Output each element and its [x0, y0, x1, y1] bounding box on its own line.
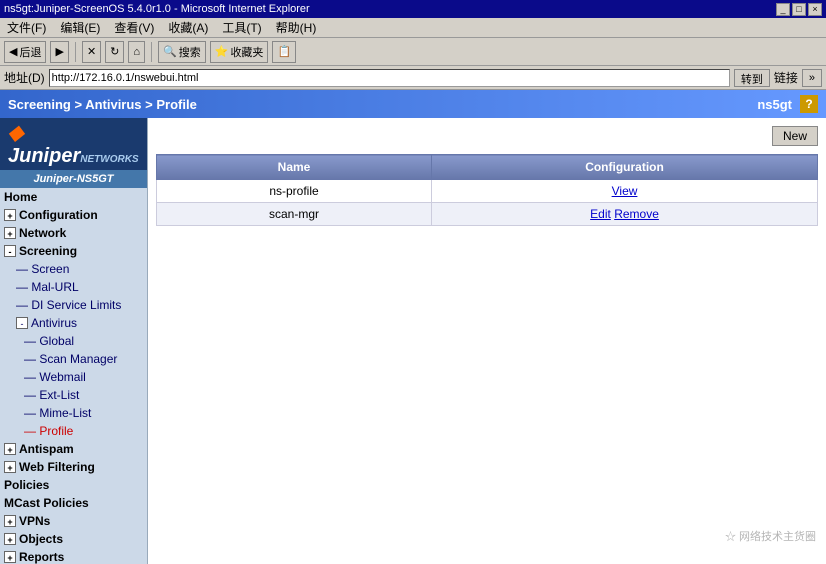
window-title: ns5gt:Juniper-ScreenOS 5.4.0r1.0 - Micro… [4, 3, 310, 15]
toolbar: ◀ 后退 ▶ ✕ ↻ ⌂ 🔍 搜索 ⭐ 收藏夹 📋 [0, 38, 826, 66]
help-button[interactable]: ? [800, 95, 818, 113]
home-button[interactable]: ⌂ [128, 41, 145, 63]
address-input[interactable] [49, 69, 730, 87]
row-config-scan-mgr: Edit Remove [432, 203, 818, 226]
edit-link-scan-mgr[interactable]: Edit [590, 207, 611, 221]
sidebar-item-vpns[interactable]: +VPNs [0, 512, 147, 530]
sidebar-item-mime-list[interactable]: — Mime-List [0, 404, 147, 422]
watermark: ☆ 网络技术主货圈 [725, 528, 816, 544]
column-header-name: Name [157, 155, 432, 180]
stop-button[interactable]: ✕ [82, 41, 101, 63]
menu-help[interactable]: 帮助(H) [273, 19, 320, 36]
menu-bar: 文件(F) 编辑(E) 查看(V) 收藏(A) 工具(T) 帮助(H) [0, 18, 826, 38]
sidebar-item-screen[interactable]: — Screen [0, 260, 147, 278]
sidebar-item-configuration[interactable]: +Configuration [0, 206, 147, 224]
device-name: Juniper-NS5GT [0, 170, 147, 188]
sidebar-item-di-service-limits[interactable]: — DI Service Limits [0, 296, 147, 314]
hostname: ns5gt [757, 97, 792, 112]
title-bar: ns5gt:Juniper-ScreenOS 5.4.0r1.0 - Micro… [0, 0, 826, 18]
view-link-ns-profile[interactable]: View [612, 184, 638, 198]
sidebar-item-mal-url[interactable]: — Mal-URL [0, 278, 147, 296]
sidebar: ◆ JuniperNETWORKS Juniper-NS5GT Home +Co… [0, 118, 148, 564]
sidebar-item-reports[interactable]: +Reports [0, 548, 147, 564]
sidebar-item-objects[interactable]: +Objects [0, 530, 147, 548]
go-button[interactable]: 转到 [734, 69, 770, 87]
title-bar-buttons: _ □ × [776, 3, 822, 16]
sidebar-item-policies[interactable]: Policies [0, 476, 147, 494]
address-bar: 地址(D) 转到 链接 » [0, 66, 826, 90]
refresh-button[interactable]: ↻ [105, 41, 124, 63]
maximize-button[interactable]: □ [792, 3, 806, 16]
forward-button[interactable]: ▶ [50, 41, 68, 63]
sidebar-item-mcast-policies[interactable]: MCast Policies [0, 494, 147, 512]
links-label: 链接 [774, 69, 798, 86]
back-button[interactable]: ◀ 后退 [4, 41, 46, 63]
close-button[interactable]: × [808, 3, 822, 16]
logo-text: ◆ JuniperNETWORKS [8, 120, 139, 168]
sidebar-item-profile[interactable]: — Profile [0, 422, 147, 440]
new-button[interactable]: New [772, 126, 818, 146]
table-row: ns-profile View [157, 180, 818, 203]
table-row: scan-mgr Edit Remove [157, 203, 818, 226]
app-header: Screening > Antivirus > Profile ns5gt ? [0, 90, 826, 118]
app-header-right: ns5gt ? [757, 95, 818, 113]
data-table: Name Configuration ns-profile View scan-… [156, 154, 818, 226]
links-button[interactable]: » [802, 69, 822, 87]
favorites-button[interactable]: ⭐ 收藏夹 [210, 41, 269, 63]
sidebar-item-ext-list[interactable]: — Ext-List [0, 386, 147, 404]
minimize-button[interactable]: _ [776, 3, 790, 16]
menu-view[interactable]: 查看(V) [111, 19, 157, 36]
menu-file[interactable]: 文件(F) [4, 19, 49, 36]
sidebar-item-scan-manager[interactable]: — Scan Manager [0, 350, 147, 368]
address-label: 地址(D) [4, 69, 45, 86]
column-header-config: Configuration [432, 155, 818, 180]
row-config-ns-profile: View [432, 180, 818, 203]
sidebar-item-web-filtering[interactable]: +Web Filtering [0, 458, 147, 476]
sidebar-item-global[interactable]: — Global [0, 332, 147, 350]
sidebar-item-home[interactable]: Home [0, 188, 147, 206]
table-header-row: Name Configuration [157, 155, 818, 180]
row-name-scan-mgr: scan-mgr [157, 203, 432, 226]
sidebar-item-webmail[interactable]: — Webmail [0, 368, 147, 386]
main-layout: ◆ JuniperNETWORKS Juniper-NS5GT Home +Co… [0, 118, 826, 564]
search-button[interactable]: 🔍 搜索 [158, 41, 206, 63]
sidebar-logo: ◆ JuniperNETWORKS [0, 118, 147, 170]
content-area: New Name Configuration ns-profile View s… [148, 118, 826, 564]
menu-edit[interactable]: 编辑(E) [57, 19, 103, 36]
sidebar-item-screening[interactable]: -Screening [0, 242, 147, 260]
history-button[interactable]: 📋 [272, 41, 296, 63]
menu-tools[interactable]: 工具(T) [219, 19, 264, 36]
breadcrumb: Screening > Antivirus > Profile [8, 97, 197, 112]
row-name-ns-profile: ns-profile [157, 180, 432, 203]
menu-favorites[interactable]: 收藏(A) [165, 19, 211, 36]
sidebar-item-antivirus[interactable]: -Antivirus [0, 314, 147, 332]
content-toolbar: New [156, 126, 818, 146]
sidebar-item-network[interactable]: +Network [0, 224, 147, 242]
remove-link-scan-mgr[interactable]: Remove [614, 207, 659, 221]
sidebar-item-antispam[interactable]: +Antispam [0, 440, 147, 458]
